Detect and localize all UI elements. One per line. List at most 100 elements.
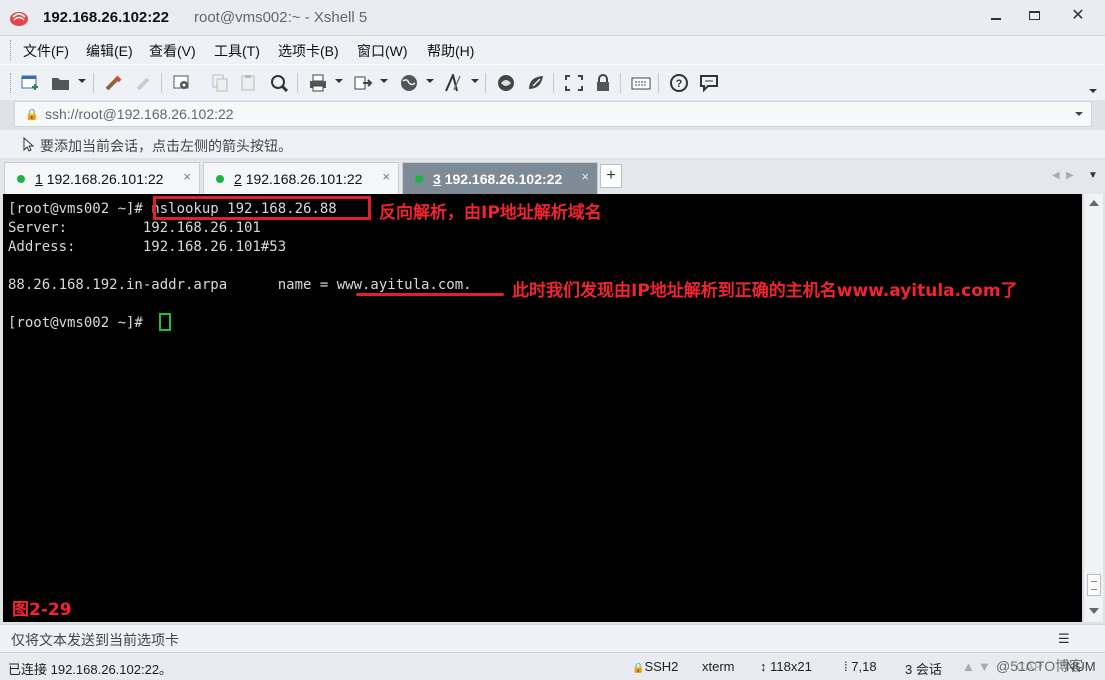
menu-file[interactable]: 文件(F) [23, 41, 69, 61]
print-dropdown-icon[interactable] [335, 79, 343, 83]
svg-text:?: ? [676, 78, 683, 90]
command-highlight-box [153, 196, 371, 220]
window-title-app: root@vms002:~ - Xshell 5 [194, 9, 368, 26]
transfer-dropdown-icon[interactable] [380, 79, 388, 83]
fullscreen-icon[interactable] [563, 73, 585, 93]
toolbar-separator [161, 73, 162, 93]
connection-status: 已连接 192.168.26.102:22。 [8, 662, 173, 677]
terminal-line: Address: 192.168.26.101#53 [8, 239, 287, 255]
resize-icon: ↕ [760, 659, 767, 674]
menu-icon[interactable]: ☰ [1058, 631, 1070, 647]
open-dropdown-icon[interactable] [78, 79, 86, 83]
menu-view[interactable]: 查看(V) [149, 41, 196, 61]
address-lock-icon: 🔒 [25, 109, 39, 121]
tab-session-1[interactable]: 1 192.168.26.101:22 × [4, 162, 200, 194]
tab-strip: 1 192.168.26.101:22 × 2 192.168.26.101:2… [0, 160, 1105, 194]
compose-bar[interactable]: 仅将文本发送到当前选项卡 ☰ [0, 624, 1105, 652]
scroll-up-icon[interactable] [1089, 200, 1099, 206]
font-icon[interactable] [443, 73, 465, 93]
connected-status-icon [415, 175, 423, 183]
paste-icon[interactable] [238, 73, 260, 93]
toolbar-separator [553, 73, 554, 93]
menu-edit[interactable]: 编辑(E) [86, 41, 133, 61]
result-underline [356, 293, 504, 296]
connect-icon[interactable] [103, 73, 125, 93]
minimize-button[interactable] [978, 0, 1014, 30]
maximize-button[interactable] [1016, 0, 1052, 30]
properties-icon[interactable] [171, 73, 193, 93]
scroll-down-icon[interactable] [1089, 608, 1099, 614]
transfer-icon[interactable] [352, 73, 374, 93]
menubar-grip [10, 40, 13, 60]
globe-icon[interactable] [398, 73, 420, 93]
keyboard-icon[interactable] [630, 73, 652, 93]
tab-list-dropdown-icon[interactable]: ▼ [1088, 170, 1098, 181]
open-folder-icon[interactable] [50, 73, 72, 93]
terminal-size: ↕ 118x21 [760, 659, 812, 674]
lock-icon[interactable] [592, 73, 614, 93]
scroll-down-icon[interactable]: ▼ [978, 659, 991, 674]
help-icon[interactable]: ? [668, 73, 690, 93]
address-dropdown-icon[interactable] [1075, 112, 1083, 116]
compose-target-label[interactable]: 仅将文本发送到当前选项卡 [11, 630, 179, 650]
terminal-scrollbar[interactable] [1083, 194, 1103, 622]
close-icon: ✕ [1071, 7, 1085, 24]
terminal-line: Server: 192.168.26.101 [8, 220, 261, 236]
scroll-up-icon[interactable]: ▲ [962, 659, 975, 674]
xmanager-icon[interactable] [525, 73, 547, 93]
tab-session-2[interactable]: 2 192.168.26.101:22 × [203, 162, 399, 194]
status-bar: 已连接 192.168.26.102:22。 🔒SSH2 xterm ↕ 118… [0, 652, 1105, 680]
lock-icon: 🔒 [632, 663, 645, 674]
tab-close-icon[interactable]: × [581, 169, 589, 184]
find-icon[interactable] [269, 73, 291, 93]
font-dropdown-icon[interactable] [471, 79, 479, 83]
cursor-icon: ⁞ [844, 659, 848, 674]
toolbar-separator [297, 73, 298, 93]
tab-label: 3 192.168.26.102:22 [433, 171, 563, 187]
connected-status-icon [17, 175, 25, 183]
cursor-position: ⁞ 7,18 [844, 659, 877, 674]
annotation-result: 此时我们发现由IP地址解析到正确的主机名www.ayitula.com了 [512, 281, 1018, 301]
menu-tabs[interactable]: 选项卡(B) [278, 41, 339, 61]
globe-dropdown-icon[interactable] [426, 79, 434, 83]
protocol-status: 🔒SSH2 [632, 659, 679, 674]
tab-close-icon[interactable]: × [183, 169, 191, 184]
toolbar-separator [485, 73, 486, 93]
tab-close-icon[interactable]: × [382, 169, 390, 184]
tab-scroll-right-icon[interactable]: ▶ [1066, 170, 1074, 181]
menu-window[interactable]: 窗口(W) [357, 41, 408, 61]
add-tab-button[interactable]: + [600, 164, 622, 188]
connected-status-icon [216, 175, 224, 183]
watermark: @51CTO博客 [996, 658, 1084, 674]
xshell-logo-icon [10, 12, 28, 26]
terminal-cursor [159, 313, 171, 331]
window-title-host: 192.168.26.102:22 [43, 9, 169, 26]
maximize-icon [1028, 10, 1040, 20]
scrollbar-thumb[interactable] [1087, 574, 1101, 596]
minimize-icon [991, 18, 1001, 20]
add-session-arrow-icon[interactable] [22, 136, 36, 155]
menu-tools[interactable]: 工具(T) [214, 41, 260, 61]
annotation-reverse-lookup: 反向解析，由IP地址解析域名 [379, 203, 602, 223]
session-count: 3 会话 [905, 662, 942, 677]
chat-icon[interactable] [698, 73, 720, 93]
menu-help[interactable]: 帮助(H) [427, 41, 474, 61]
toolbar-grip [10, 73, 13, 93]
disconnect-icon[interactable] [133, 73, 155, 93]
toolbar: ? [0, 64, 1105, 100]
close-button[interactable]: ✕ [1054, 0, 1102, 30]
copy-icon[interactable] [209, 73, 231, 93]
session-hint-bar: 要添加当前会话，点击左侧的箭头按钮。 [0, 130, 1105, 158]
tab-scroll-left-icon[interactable]: ◀ [1052, 170, 1060, 181]
tab-session-3[interactable]: 3 192.168.26.102:22 × [402, 162, 598, 194]
tab-label: 1 192.168.26.101:22 [35, 171, 164, 187]
xftp-icon[interactable] [495, 73, 517, 93]
new-session-icon[interactable] [20, 73, 42, 93]
menu-bar: 文件(F) 编辑(E) 查看(V) 工具(T) 选项卡(B) 窗口(W) 帮助(… [0, 36, 1105, 64]
print-icon[interactable] [307, 73, 329, 93]
address-url[interactable]: ssh://root@192.168.26.102:22 [45, 106, 234, 122]
address-bar[interactable]: 🔒 ssh://root@192.168.26.102:22 [14, 101, 1092, 127]
figure-label: 图2-29 [12, 600, 72, 620]
terminal-area[interactable]: [root@vms002 ~]# nslookup 192.168.26.88 … [3, 194, 1082, 622]
toolbar-overflow-icon[interactable] [1089, 89, 1097, 93]
